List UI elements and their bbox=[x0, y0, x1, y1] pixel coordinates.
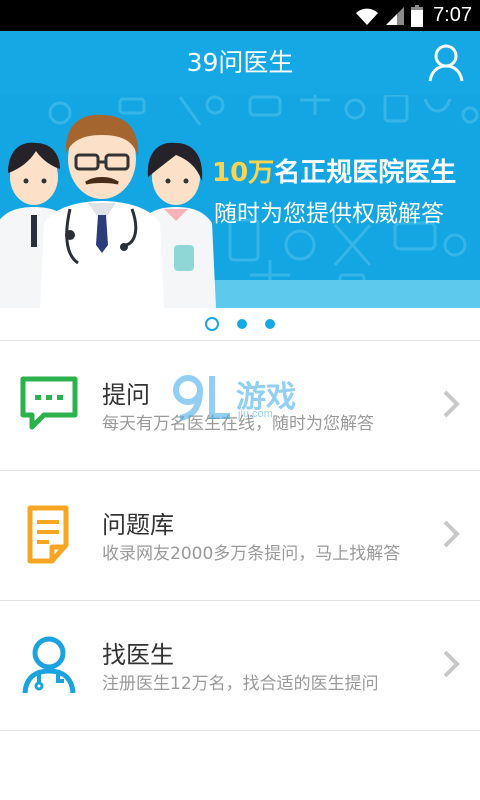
banner-headline: 10万名正规医院医生 bbox=[212, 152, 456, 189]
chevron-right-icon bbox=[443, 520, 460, 548]
wifi-icon bbox=[356, 8, 379, 25]
menu-item-title: 找医生 bbox=[102, 641, 174, 669]
menu-item-find-doctor[interactable]: 找医生 注册医生12万名，找合适的医生提问 bbox=[0, 601, 480, 731]
promo-banner[interactable]: 10万名正规医院医生 随时为您提供权威解答 bbox=[0, 95, 480, 308]
doctors-illustration bbox=[0, 114, 216, 308]
pager-dot-1[interactable] bbox=[205, 317, 219, 331]
user-icon bbox=[428, 44, 464, 82]
banner-highlight: 10万 bbox=[212, 158, 275, 188]
chevron-right-icon bbox=[443, 650, 460, 678]
document-icon bbox=[27, 505, 69, 564]
menu-item-question-bank[interactable]: 问题库 收录网友2000多万条提问，马上找解答 bbox=[0, 471, 480, 601]
signal-icon bbox=[386, 6, 405, 25]
app-header: 39问医生 bbox=[0, 31, 480, 95]
main-menu: 提问 每天有万名医生在线，随时为您解答 问题库 收录网友2000多万条提问，马上… bbox=[0, 341, 480, 731]
menu-item-title: 问题库 bbox=[102, 511, 174, 539]
banner-headline-rest: 名正规医院医生 bbox=[274, 158, 457, 188]
pager-dot-3[interactable] bbox=[265, 319, 275, 329]
banner-pager bbox=[0, 308, 480, 340]
user-profile-button[interactable] bbox=[428, 43, 464, 83]
menu-item-ask[interactable]: 提问 每天有万名医生在线，随时为您解答 bbox=[0, 341, 480, 471]
status-icons: 7:07 bbox=[355, 0, 472, 31]
battery-icon bbox=[411, 4, 424, 27]
chevron-right-icon bbox=[443, 390, 460, 418]
menu-item-desc: 每天有万名医生在线，随时为您解答 bbox=[102, 414, 374, 434]
doctor-icon bbox=[22, 636, 76, 694]
menu-item-title: 提问 bbox=[102, 381, 150, 409]
menu-item-desc: 收录网友2000多万条提问，马上找解答 bbox=[102, 544, 401, 564]
chat-icon bbox=[20, 376, 78, 430]
status-time: 7:07 bbox=[433, 4, 472, 26]
banner-subline: 随时为您提供权威解答 bbox=[214, 201, 444, 227]
status-bar: 7:07 bbox=[0, 0, 480, 31]
pager-dot-2[interactable] bbox=[237, 319, 247, 329]
page-title: 39问医生 bbox=[186, 48, 294, 77]
menu-item-desc: 注册医生12万名，找合适的医生提问 bbox=[102, 674, 379, 694]
